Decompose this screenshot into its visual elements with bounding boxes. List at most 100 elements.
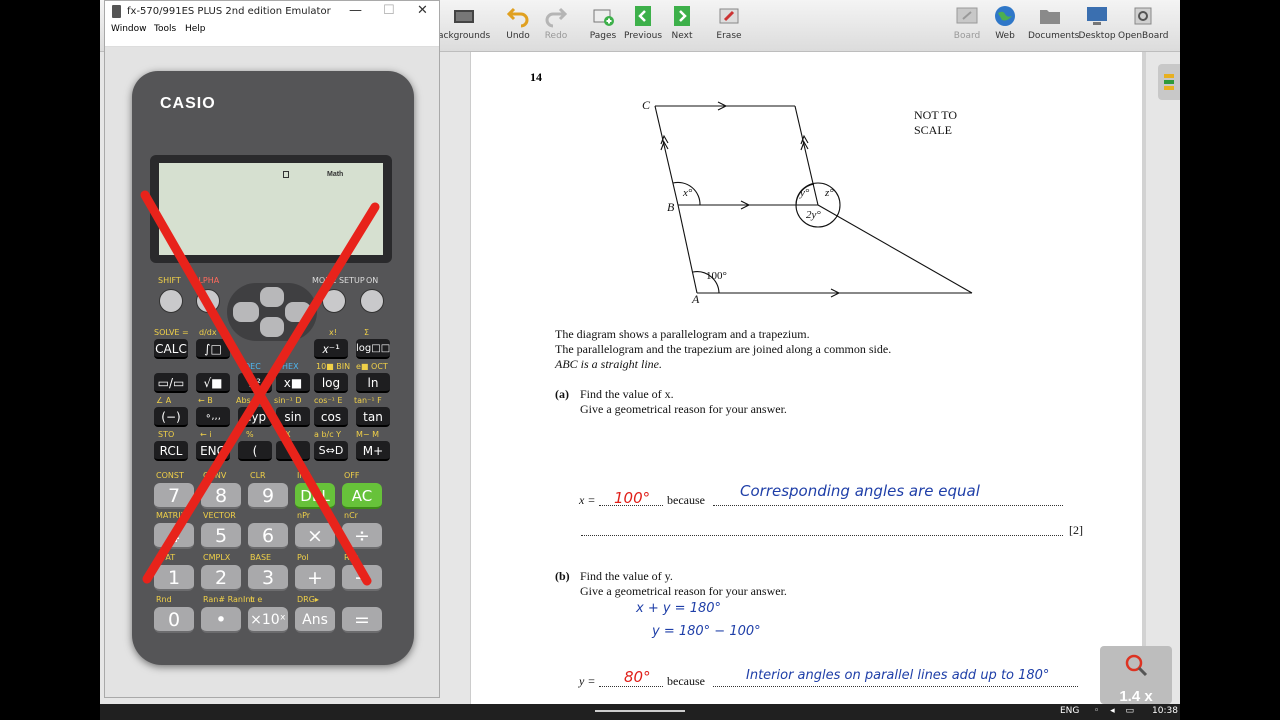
sqrt-key[interactable]: √■	[196, 373, 230, 393]
pages-button[interactable]: Pages	[581, 4, 625, 48]
tan-key[interactable]: tan	[356, 407, 390, 427]
menu-window[interactable]: Window	[111, 24, 147, 34]
close-button[interactable]: ✕	[417, 3, 428, 18]
lcd-math-indicator: Math	[327, 171, 344, 178]
documents-button[interactable]: Documents	[1028, 4, 1079, 48]
not-to-scale-line-1: NOT TO	[914, 108, 958, 122]
ln-key[interactable]: ln	[356, 373, 390, 393]
emulator-toolbar	[105, 37, 439, 47]
negative-key[interactable]: (−)	[154, 407, 188, 427]
keypad-label: BASE	[250, 553, 272, 562]
multiply-key[interactable]: ×	[295, 523, 335, 549]
library-handle[interactable]	[1158, 64, 1180, 100]
keypad-label: CONV	[203, 471, 227, 480]
close-paren-key[interactable]: )	[276, 441, 310, 461]
ac-key[interactable]: AC	[342, 483, 382, 509]
maximize-button[interactable]: ☐	[383, 3, 395, 18]
degree-key[interactable]: ∘,,,	[196, 407, 230, 427]
exp-key[interactable]: ×10ˣ	[248, 607, 288, 633]
key-3[interactable]: 3	[248, 565, 288, 591]
keypad-label: Rnd	[156, 595, 172, 604]
dpad-left[interactable]	[233, 302, 259, 322]
power-key[interactable]: x■	[276, 373, 310, 393]
del-key[interactable]: DEL	[295, 483, 335, 509]
erase-button[interactable]: Erase	[707, 4, 751, 48]
key-4[interactable]: 4	[154, 523, 194, 549]
calc-key[interactable]: CALC	[154, 339, 188, 359]
key-5[interactable]: 5	[201, 523, 241, 549]
web-button[interactable]: Web	[983, 4, 1027, 48]
menu-help[interactable]: Help	[185, 24, 206, 34]
calculator-emulator-window[interactable]: fx-570/991ES PLUS 2nd edition Emulator —…	[104, 0, 440, 698]
answer-b-value: 80°	[624, 668, 651, 686]
open-paren-key[interactable]: (	[238, 441, 272, 461]
row3-label: sin⁻¹ D	[274, 396, 302, 405]
answer-b-dots	[599, 686, 663, 687]
web-icon	[995, 6, 1015, 26]
cos-key[interactable]: cos	[314, 407, 348, 427]
reason-a-dots	[713, 505, 1063, 506]
mode-key[interactable]	[322, 289, 346, 313]
hyp-key[interactable]: hyp	[238, 407, 272, 427]
system-tray-icons[interactable]: ◦ ◂ ▭	[1094, 706, 1138, 716]
key-7[interactable]: 7	[154, 483, 194, 509]
label-b: B	[667, 200, 675, 214]
inverse-key[interactable]: 𝑥⁻¹	[314, 339, 348, 359]
part-a-line-2: Give a geometrical reason for your answe…	[580, 402, 787, 416]
trapezium-left-edge	[677, 204, 698, 294]
key-8[interactable]: 8	[201, 483, 241, 509]
menu-tools[interactable]: Tools	[154, 24, 176, 34]
decimal-key[interactable]: •	[201, 607, 241, 633]
equals-key[interactable]: =	[342, 607, 382, 633]
key-9[interactable]: 9	[248, 483, 288, 509]
log-base-key[interactable]: log□□	[356, 339, 390, 359]
sin-key[interactable]: sin	[276, 407, 310, 427]
row2-label: 10■ BIN	[316, 362, 351, 371]
zoom-indicator[interactable]: 1.4 x	[1100, 646, 1172, 705]
row3-label: tan⁻¹ F	[354, 396, 382, 405]
row2-label: DEC	[244, 362, 261, 371]
minimize-button[interactable]: —	[349, 3, 362, 18]
dpad-up[interactable]	[260, 287, 284, 307]
not-to-scale-line-2: SCALE	[914, 123, 953, 137]
dpad-right[interactable]	[285, 302, 311, 322]
openboard-menu-button[interactable]: OpenBoard	[1118, 4, 1169, 48]
plus-key[interactable]: +	[295, 565, 335, 591]
key-0[interactable]: 0	[154, 607, 194, 633]
square-key[interactable]: x²	[238, 373, 272, 393]
fraction-key[interactable]: ▭/▭	[154, 373, 188, 393]
row2-label: e■ OCT	[356, 362, 388, 371]
eng-key[interactable]: ENG	[196, 441, 230, 461]
backgrounds-button[interactable]: ackgrounds	[438, 4, 490, 48]
log-key[interactable]: log	[314, 373, 348, 393]
desktop-button[interactable]: Desktop	[1075, 4, 1119, 48]
m-plus-key[interactable]: M+	[356, 441, 390, 461]
redo-button[interactable]: Redo	[534, 4, 578, 48]
alpha-key[interactable]	[196, 289, 220, 313]
divide-key[interactable]: ÷	[342, 523, 382, 549]
integral-key[interactable]: ∫□	[196, 339, 230, 359]
key-6[interactable]: 6	[248, 523, 288, 549]
previous-button[interactable]: Previous	[621, 4, 665, 48]
key-2[interactable]: 2	[201, 565, 241, 591]
row3-label: cos⁻¹ E	[314, 396, 343, 405]
clock[interactable]: 10:38	[1152, 706, 1178, 716]
keypad-label: OFF	[344, 471, 360, 480]
emulator-title-bar[interactable]: fx-570/991ES PLUS 2nd edition Emulator —…	[105, 1, 439, 23]
ans-key[interactable]: Ans	[295, 607, 335, 633]
rcl-key[interactable]: RCL	[154, 441, 188, 461]
replay-dpad[interactable]	[227, 283, 317, 341]
keypad-label: CONST	[156, 471, 184, 480]
taskbar-handle[interactable]	[595, 710, 685, 712]
key-1[interactable]: 1	[154, 565, 194, 591]
row3-label: Abs C	[236, 396, 259, 405]
on-key[interactable]	[360, 289, 384, 313]
dpad-down[interactable]	[260, 317, 284, 337]
sd-key[interactable]: S⇔D	[314, 441, 348, 461]
reason-b-handwriting: Interior angles on parallel lines add up…	[746, 668, 1050, 683]
question-number: 14	[530, 70, 542, 84]
language-indicator[interactable]: ENG	[1060, 706, 1079, 716]
minus-key[interactable]: −	[342, 565, 382, 591]
shift-key[interactable]	[159, 289, 183, 313]
next-button[interactable]: Next	[660, 4, 704, 48]
